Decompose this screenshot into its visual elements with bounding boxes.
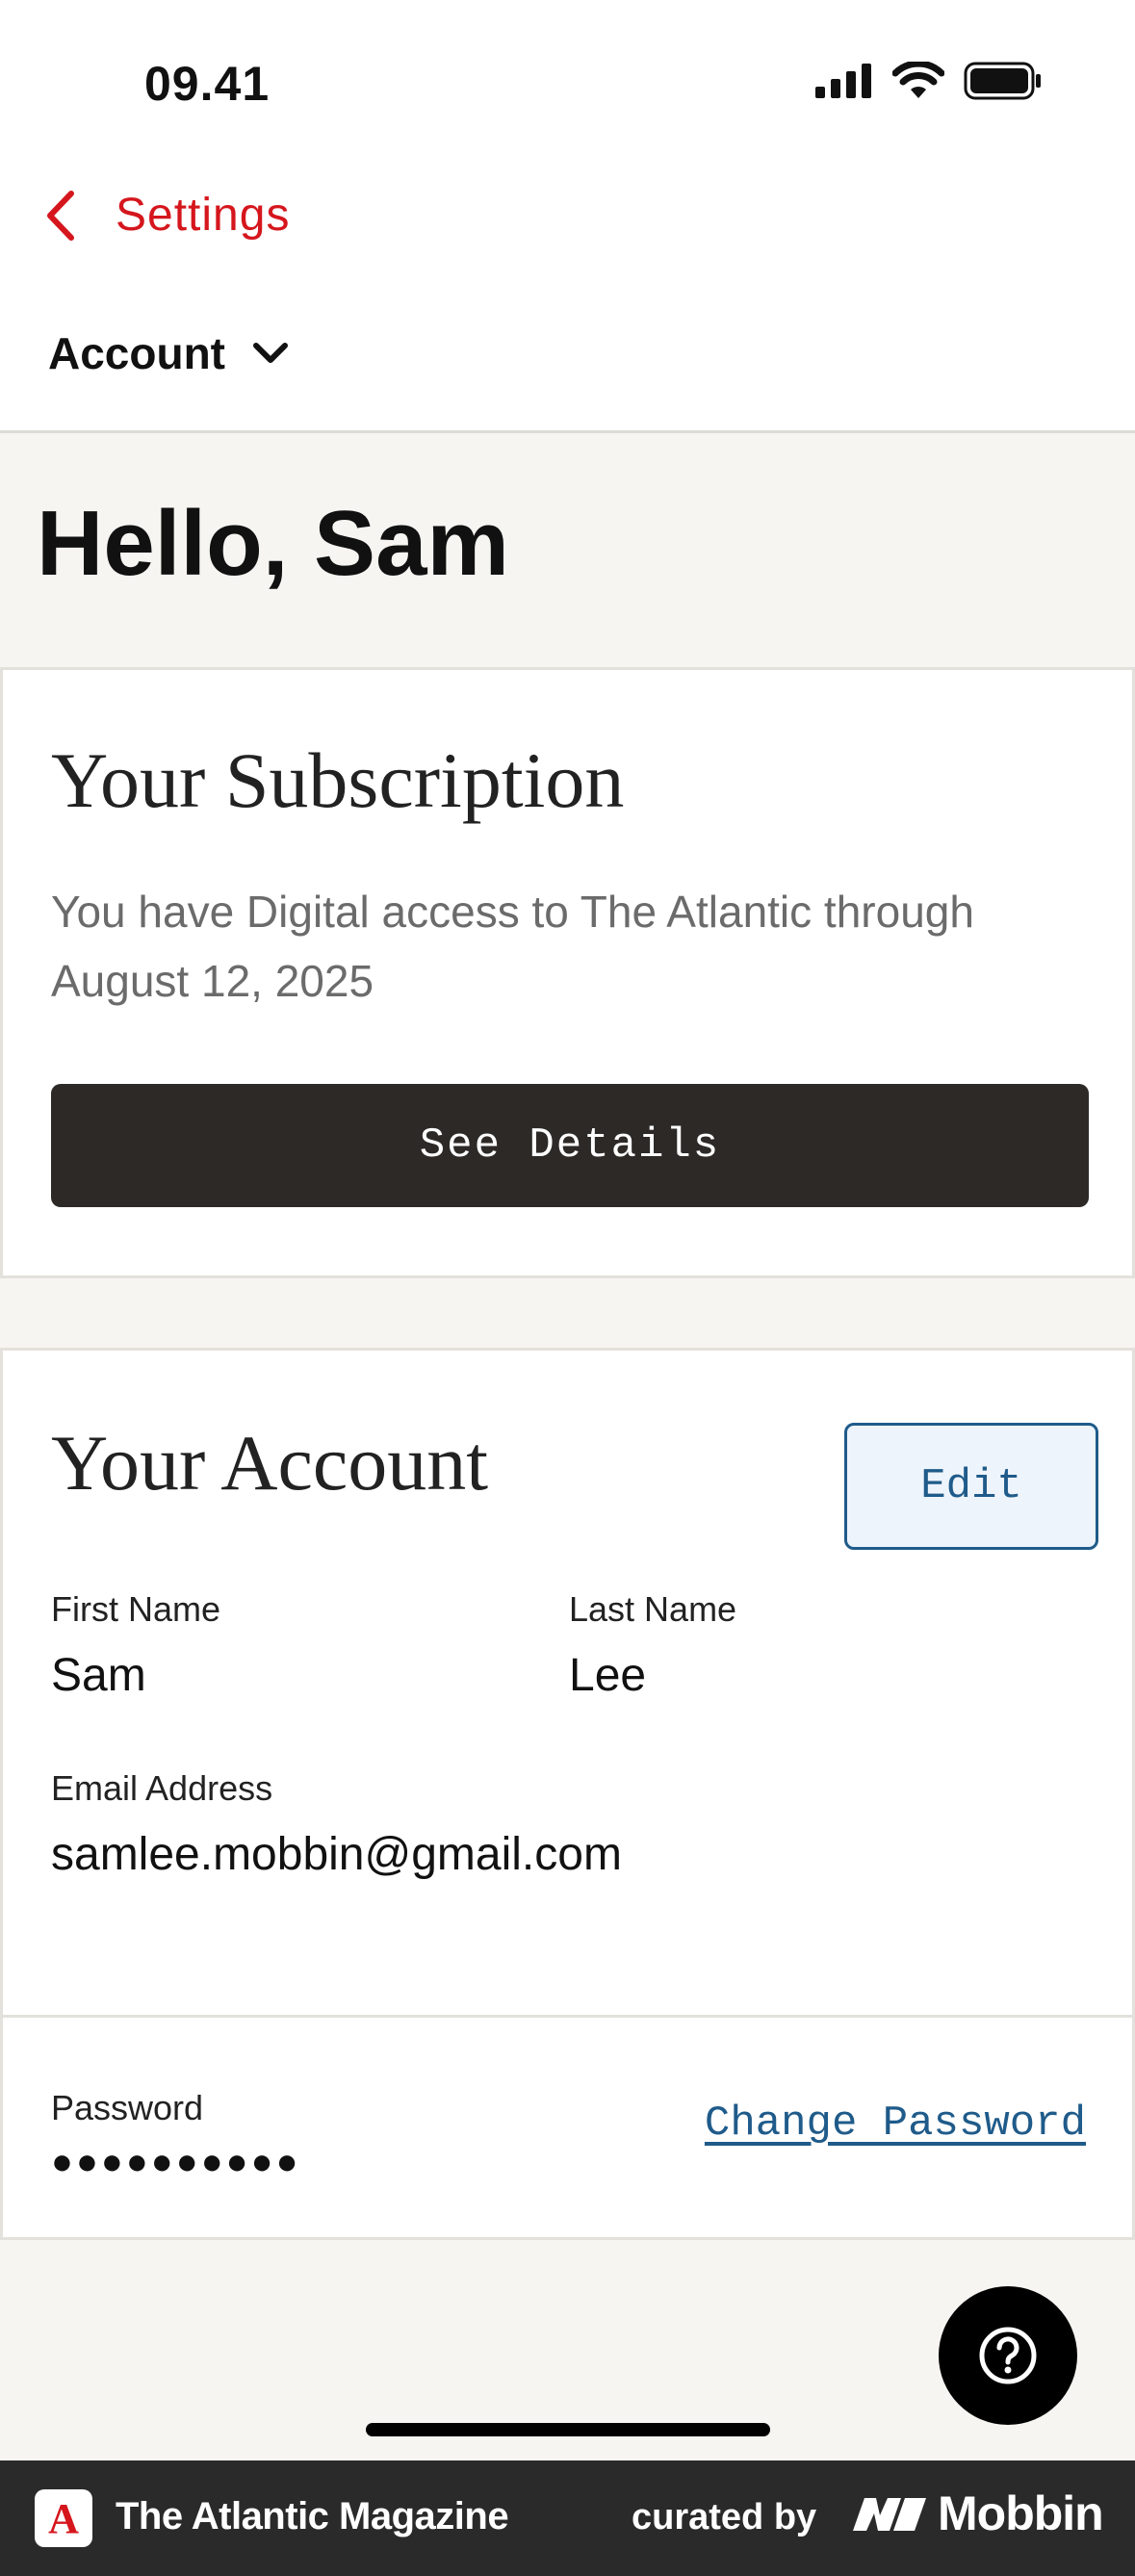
first-name-label: First Name bbox=[51, 1589, 221, 1629]
account-title: Your Account bbox=[51, 1419, 489, 1507]
mobbin-logo-icon bbox=[853, 2498, 926, 2531]
email-value: samlee.mobbin@gmail.com bbox=[51, 1829, 622, 1880]
account-card: Your Account Edit First Name Sam Last Na… bbox=[0, 1348, 1135, 2240]
status-time: 09.41 bbox=[144, 57, 271, 111]
email-label: Email Address bbox=[51, 1768, 273, 1808]
wifi-icon bbox=[892, 62, 944, 98]
change-password-link[interactable]: Change Password bbox=[705, 2099, 1086, 2148]
battery-icon bbox=[964, 62, 1041, 100]
atlantic-logo: A bbox=[35, 2489, 92, 2547]
password-mask: ●●●●●●●●●● bbox=[51, 2142, 301, 2182]
account-section-dropdown[interactable]: Account bbox=[48, 327, 289, 379]
last-name-label: Last Name bbox=[569, 1589, 737, 1629]
subscription-title: Your Subscription bbox=[51, 736, 625, 824]
last-name-value: Lee bbox=[569, 1650, 647, 1701]
account-divider bbox=[3, 2015, 1132, 2018]
home-indicator bbox=[366, 2423, 770, 2436]
chevron-left-icon bbox=[47, 190, 74, 241]
footer-brand: Mobbin bbox=[851, 2486, 1104, 2541]
help-icon bbox=[979, 2327, 1037, 2384]
account-section-label: Account bbox=[48, 328, 225, 378]
atlantic-logo-letter: A bbox=[48, 2494, 79, 2542]
chevron-down-icon bbox=[253, 343, 288, 363]
footer-bar: A The Atlantic Magazine curated by Mobbi… bbox=[0, 2460, 1135, 2576]
subscription-description: You have Digital access to The Atlantic … bbox=[51, 887, 974, 1006]
back-button[interactable]: Settings bbox=[44, 189, 290, 242]
help-button[interactable] bbox=[939, 2286, 1077, 2425]
first-name-value: Sam bbox=[51, 1650, 146, 1701]
see-details-button[interactable]: See Details bbox=[51, 1084, 1089, 1207]
signal-icon bbox=[815, 64, 871, 98]
password-label: Password bbox=[51, 2088, 204, 2127]
footer-curated-by: curated by bbox=[632, 2497, 817, 2537]
footer-app-name: The Atlantic Magazine bbox=[116, 2495, 509, 2537]
edit-button[interactable]: Edit bbox=[844, 1423, 1098, 1550]
status-icons bbox=[815, 62, 1043, 100]
greeting-heading: Hello, Sam bbox=[37, 492, 509, 595]
back-label: Settings bbox=[116, 190, 291, 241]
footer-brand-name: Mobbin bbox=[938, 2486, 1104, 2540]
top-bar: 09.41 Settings Account bbox=[0, 0, 1135, 433]
subscription-card: Your Subscription You have Digital acces… bbox=[0, 667, 1135, 1278]
